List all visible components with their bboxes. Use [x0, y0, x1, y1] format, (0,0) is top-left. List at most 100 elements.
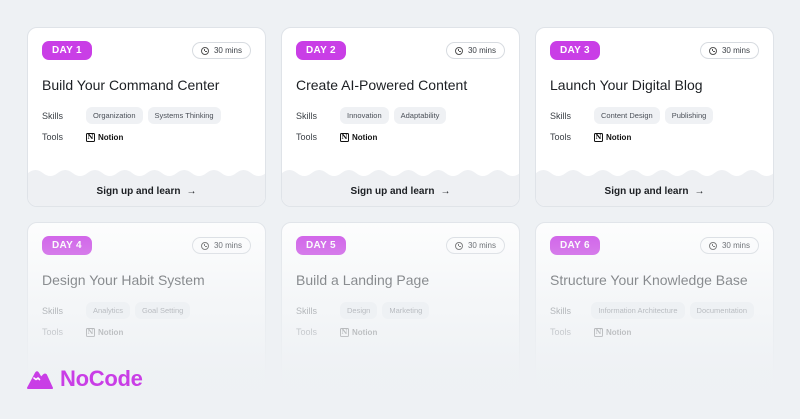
duration-pill: 30 mins — [445, 42, 505, 59]
tools-label: Tools — [296, 132, 318, 142]
skill-chip: Innovation — [340, 107, 389, 124]
sign-up-link[interactable]: Sign up and learn → — [536, 176, 773, 206]
day-badge: DAY 6 — [550, 236, 600, 255]
card-title: Design Your Habit System — [42, 272, 205, 288]
skills-row: Skills Organization Systems Thinking — [28, 107, 265, 124]
tools-label: Tools — [550, 132, 572, 142]
skills-label: Skills — [550, 305, 572, 316]
card-title: Build a Landing Page — [296, 272, 430, 288]
skill-chip: Content Design — [594, 107, 660, 124]
tool-item: N Notion — [86, 132, 124, 142]
tool-label: Notion — [606, 132, 632, 142]
sign-up-label: Sign up and learn — [96, 185, 181, 197]
skill-chip: Organization — [86, 107, 143, 124]
duration-pill: 30 mins — [191, 42, 251, 59]
duration-label: 30 mins — [721, 46, 750, 55]
tool-item: N Notion — [340, 327, 378, 337]
clock-icon — [200, 46, 209, 55]
course-card-day-5[interactable]: DAY 5 30 mins Build a Landing Page Skill… — [281, 222, 520, 402]
skill-chip: Analytics — [86, 302, 131, 319]
duration-label: 30 mins — [467, 46, 496, 55]
day-badge: DAY 3 — [550, 41, 600, 60]
notion-icon: N — [86, 327, 95, 337]
skills-row: Skills Analytics Goal Setting — [28, 302, 265, 319]
skill-chip: Design — [340, 302, 378, 319]
tool-item: N Notion — [86, 327, 124, 337]
course-card-day-2[interactable]: DAY 2 30 mins Create AI-Powered Content … — [281, 27, 520, 207]
clock-icon — [200, 241, 209, 250]
sign-up-label: Sign up and learn — [350, 185, 435, 197]
skills-row: Skills Content Design Publishing — [536, 107, 773, 124]
arrow-right-icon: → — [440, 185, 451, 197]
skill-chip: Systems Thinking — [147, 107, 221, 124]
tools-label: Tools — [42, 132, 64, 142]
tools-row: Tools N Notion — [282, 327, 519, 337]
tools-label: Tools — [296, 327, 318, 337]
duration-pill: 30 mins — [191, 237, 251, 254]
skills-label: Skills — [296, 110, 318, 121]
tools-label: Tools — [550, 327, 572, 337]
day-badge: DAY 4 — [42, 236, 92, 255]
tools-row: Tools N Notion — [28, 132, 265, 142]
tools-row: Tools N Notion — [536, 327, 773, 337]
mountain-logo-icon — [27, 371, 53, 389]
duration-pill: 30 mins — [699, 237, 759, 254]
duration-pill: 30 mins — [699, 42, 759, 59]
skill-chip: Information Architecture — [591, 302, 685, 319]
tools-label: Tools — [42, 327, 64, 337]
tools-row: Tools N Notion — [282, 132, 519, 142]
brand-logo[interactable]: NoCode — [26, 366, 143, 392]
skill-chip: Marketing — [382, 302, 430, 319]
card-title: Launch Your Digital Blog — [550, 77, 703, 93]
tool-label: Notion — [352, 327, 378, 337]
brand-name: NoCode — [60, 366, 143, 391]
clock-icon — [708, 241, 717, 250]
skill-chip: Adaptability — [393, 107, 447, 124]
course-card-day-6[interactable]: DAY 6 30 mins Structure Your Knowledge B… — [535, 222, 774, 402]
skills-label: Skills — [42, 305, 64, 316]
tool-label: Notion — [98, 132, 124, 142]
notion-icon: N — [340, 132, 349, 142]
sign-up-label: Sign up and learn — [604, 185, 689, 197]
notion-icon: N — [340, 327, 349, 337]
skill-chip: Documentation — [689, 302, 754, 319]
sign-up-link[interactable]: Sign up and learn → — [282, 176, 519, 206]
skills-label: Skills — [296, 305, 318, 316]
duration-label: 30 mins — [213, 46, 242, 55]
notion-icon: N — [86, 132, 95, 142]
sign-up-link[interactable]: Sign up and learn → — [28, 176, 265, 206]
card-title: Structure Your Knowledge Base — [550, 272, 748, 288]
tools-row: Tools N Notion — [536, 132, 773, 142]
course-card-day-1[interactable]: DAY 1 30 mins Build Your Command Center … — [27, 27, 266, 207]
course-card-day-3[interactable]: DAY 3 30 mins Launch Your Digital Blog S… — [535, 27, 774, 207]
skill-chip: Goal Setting — [135, 302, 191, 319]
clock-icon — [454, 46, 463, 55]
arrow-right-icon: → — [694, 185, 705, 197]
duration-label: 30 mins — [213, 241, 242, 250]
skills-label: Skills — [550, 110, 572, 121]
tool-label: Notion — [98, 327, 124, 337]
duration-label: 30 mins — [467, 241, 496, 250]
tool-item: N Notion — [594, 132, 632, 142]
tool-item: N Notion — [340, 132, 378, 142]
tools-row: Tools N Notion — [28, 327, 265, 337]
duration-label: 30 mins — [721, 241, 750, 250]
tool-label: Notion — [606, 327, 632, 337]
notion-icon: N — [594, 132, 603, 142]
skills-row: Skills Information Architecture Document… — [536, 302, 773, 319]
notion-icon: N — [594, 327, 603, 337]
tool-label: Notion — [352, 132, 378, 142]
card-title: Build Your Command Center — [42, 77, 220, 93]
arrow-right-icon: → — [186, 185, 197, 197]
day-badge: DAY 2 — [296, 41, 346, 60]
tool-item: N Notion — [594, 327, 632, 337]
duration-pill: 30 mins — [445, 237, 505, 254]
clock-icon — [454, 241, 463, 250]
skills-label: Skills — [42, 110, 64, 121]
skills-row: Skills Design Marketing — [282, 302, 519, 319]
clock-icon — [708, 46, 717, 55]
day-badge: DAY 1 — [42, 41, 92, 60]
day-badge: DAY 5 — [296, 236, 346, 255]
skill-chip: Publishing — [664, 107, 714, 124]
card-title: Create AI-Powered Content — [296, 77, 468, 93]
